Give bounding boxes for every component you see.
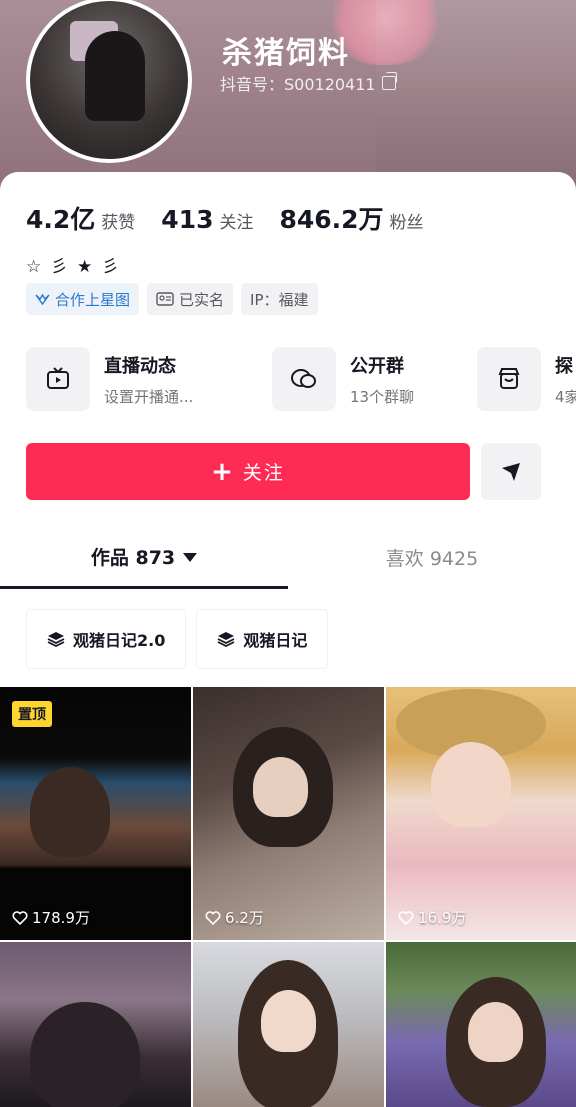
douyin-id-text: 抖音号：S00120411 [220, 75, 376, 94]
heart-icon [205, 910, 221, 925]
tag-star-map[interactable]: 合作上星图 [26, 283, 140, 315]
layers-icon [217, 632, 235, 648]
tag-row: 合作上星图 已实名 IP：福建 [26, 283, 318, 315]
content-tabs: 作品 873 喜欢 9425 [0, 527, 576, 589]
pinned-badge: 置顶 [12, 701, 52, 727]
service-groups[interactable]: 公开群 13个群聊 [272, 346, 414, 412]
service-store[interactable]: 探 4家 [477, 346, 576, 412]
copy-icon[interactable] [381, 72, 397, 90]
avatar[interactable] [26, 0, 192, 163]
stat-followers[interactable]: 846.2万 粉丝 [279, 200, 423, 236]
stat-likes[interactable]: 4.2亿 获赞 [26, 200, 135, 236]
tag-ip-location: IP：福建 [241, 283, 318, 315]
share-button[interactable] [481, 443, 541, 500]
plus-icon: + [211, 456, 235, 487]
stat-following[interactable]: 413 关注 [161, 205, 253, 234]
douyin-id[interactable]: 抖音号：S00120411 [220, 71, 397, 95]
video-thumbnail[interactable] [193, 942, 384, 1107]
collection-chip[interactable]: 观猪日记2.0 [26, 609, 187, 669]
chat-bubble-icon [291, 369, 316, 388]
tab-works[interactable]: 作品 873 [0, 527, 288, 589]
video-thumbnail[interactable] [386, 942, 576, 1107]
services-row: 直播动态 设置开播通... 公开群 13个群聊 探 4家 [26, 346, 576, 416]
layers-icon [47, 632, 65, 648]
store-icon [498, 368, 520, 389]
collections-row: 观猪日记2.0 观猪日记 [26, 609, 329, 669]
service-live[interactable]: 直播动态 设置开播通... [26, 346, 193, 412]
tv-icon [47, 367, 69, 389]
collection-chip[interactable]: 观猪日记 [196, 609, 329, 669]
heart-icon [398, 910, 414, 925]
id-card-icon [156, 292, 174, 306]
tag-verified[interactable]: 已实名 [147, 283, 234, 315]
tab-likes[interactable]: 喜欢 9425 [288, 527, 576, 587]
video-thumbnail[interactable]: 16.9万 [386, 687, 576, 940]
like-count: 6.2万 [205, 907, 264, 928]
caret-down-icon[interactable] [183, 553, 198, 562]
video-thumbnail[interactable] [0, 942, 191, 1107]
stats-row: 4.2亿 获赞 413 关注 846.2万 粉丝 [26, 200, 450, 236]
like-count: 16.9万 [398, 907, 466, 928]
video-grid: 置顶 178.9万 6.2万 16.9万 [0, 687, 576, 1107]
bio: ☆ 彡 ★ 彡 [26, 257, 121, 277]
send-icon [502, 462, 520, 481]
star-map-icon [35, 293, 50, 305]
follow-button[interactable]: + 关注 [26, 443, 470, 500]
like-count: 178.9万 [12, 907, 90, 928]
video-thumbnail[interactable]: 置顶 178.9万 [0, 687, 191, 940]
profile-card: 4.2亿 获赞 413 关注 846.2万 粉丝 ☆ 彡 ★ 彡 合作上星图 已… [0, 172, 576, 1107]
nickname: 杀猪饲料 [222, 36, 350, 71]
heart-icon [12, 910, 28, 925]
video-thumbnail[interactable]: 6.2万 [193, 687, 384, 940]
